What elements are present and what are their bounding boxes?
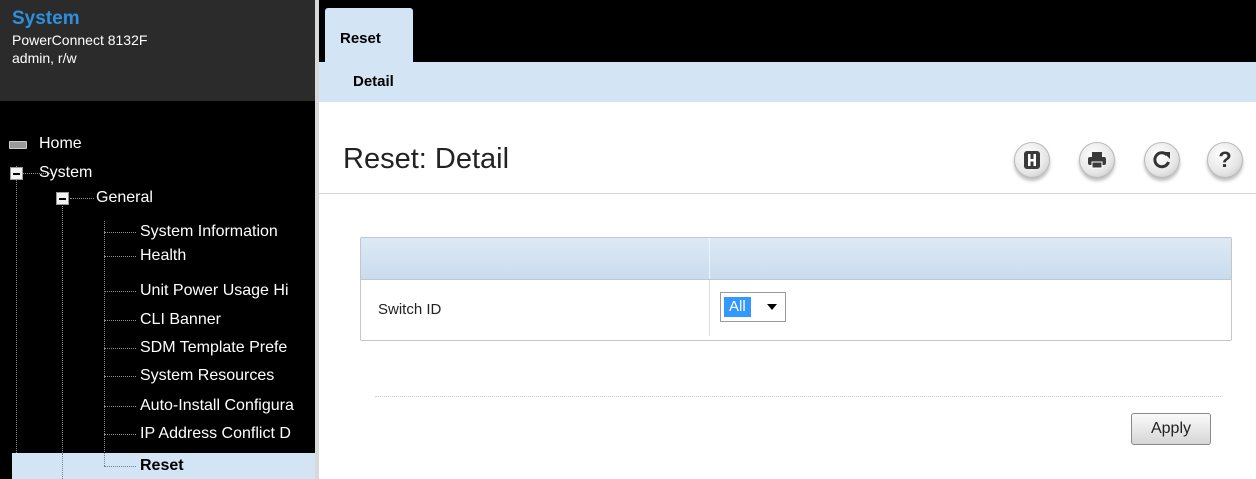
tree-line bbox=[104, 406, 136, 407]
tree-item-system[interactable]: System bbox=[39, 162, 92, 184]
divider bbox=[375, 396, 1221, 397]
tree-line bbox=[104, 376, 136, 377]
user-info: admin, r/w bbox=[12, 50, 77, 66]
refresh-button[interactable] bbox=[1144, 142, 1180, 178]
system-title: System bbox=[12, 8, 80, 29]
tree-item-system-resources[interactable]: System Resources bbox=[140, 365, 315, 387]
tree-item-auto-install[interactable]: Auto-Install Configura bbox=[140, 395, 315, 417]
tree-line bbox=[104, 453, 105, 466]
help-button[interactable]: ? bbox=[1207, 142, 1243, 178]
tree-item-home[interactable]: Home bbox=[39, 133, 82, 155]
tree-line bbox=[104, 466, 136, 467]
save-icon bbox=[1024, 151, 1040, 169]
divider bbox=[319, 193, 1256, 194]
print-button[interactable] bbox=[1079, 142, 1115, 178]
chevron-down-icon bbox=[767, 304, 777, 310]
tree-line bbox=[104, 434, 136, 435]
tree-item-sdm-template[interactable]: SDM Template Prefe bbox=[140, 337, 315, 359]
tree-item-ip-address-conflict[interactable]: IP Address Conflict D bbox=[140, 423, 315, 445]
nav-header: System PowerConnect 8132F admin, r/w bbox=[0, 0, 315, 101]
nav-panel: System PowerConnect 8132F admin, r/w Hom… bbox=[0, 0, 315, 479]
tree-line bbox=[62, 453, 63, 479]
subtab-bar: Detail bbox=[319, 62, 1256, 102]
switch-id-select[interactable]: All bbox=[720, 292, 786, 322]
page-title: Reset: Detail bbox=[343, 143, 510, 175]
switch-id-label: Switch ID bbox=[378, 301, 442, 318]
table-header bbox=[361, 238, 1231, 280]
tree-line bbox=[62, 195, 63, 479]
switch-id-value: All bbox=[724, 297, 751, 317]
tree-line bbox=[104, 221, 105, 466]
tree-item-cli-banner[interactable]: CLI Banner bbox=[140, 309, 315, 331]
main-panel: Reset Detail Reset: Detail ? Switch ID A… bbox=[319, 0, 1256, 479]
save-button[interactable] bbox=[1014, 142, 1050, 178]
subtab-detail[interactable]: Detail bbox=[353, 73, 394, 90]
table-row: Switch ID All bbox=[361, 280, 1231, 336]
print-icon bbox=[1088, 152, 1106, 169]
home-icon bbox=[9, 141, 27, 149]
tree-line bbox=[104, 291, 136, 292]
refresh-icon bbox=[1153, 151, 1170, 169]
help-icon: ? bbox=[1218, 147, 1232, 172]
tree-line bbox=[16, 166, 17, 479]
tree-item-system-information[interactable]: System Information bbox=[140, 221, 315, 243]
tab-reset-label: Reset bbox=[340, 30, 381, 47]
column-divider bbox=[709, 238, 710, 279]
device-model: PowerConnect 8132F bbox=[12, 32, 148, 48]
tree-line bbox=[104, 348, 136, 349]
tree-line bbox=[104, 256, 136, 257]
apply-button[interactable]: Apply bbox=[1131, 413, 1211, 445]
tree-item-reset[interactable]: Reset bbox=[140, 455, 315, 477]
tab-reset[interactable]: Reset bbox=[325, 8, 413, 62]
form-table: Switch ID All bbox=[360, 237, 1232, 341]
tree-item-general[interactable]: General bbox=[96, 187, 153, 209]
tab-bar: Reset bbox=[319, 0, 1256, 62]
collapse-icon[interactable] bbox=[56, 192, 69, 205]
tree-item-unit-power-usage[interactable]: Unit Power Usage Hi bbox=[140, 280, 315, 302]
column-divider bbox=[709, 280, 710, 336]
tree-line bbox=[104, 320, 136, 321]
tree-line bbox=[70, 198, 94, 199]
tree-line bbox=[104, 232, 136, 233]
tree-item-health[interactable]: Health bbox=[140, 245, 315, 267]
collapse-icon[interactable] bbox=[10, 167, 23, 180]
